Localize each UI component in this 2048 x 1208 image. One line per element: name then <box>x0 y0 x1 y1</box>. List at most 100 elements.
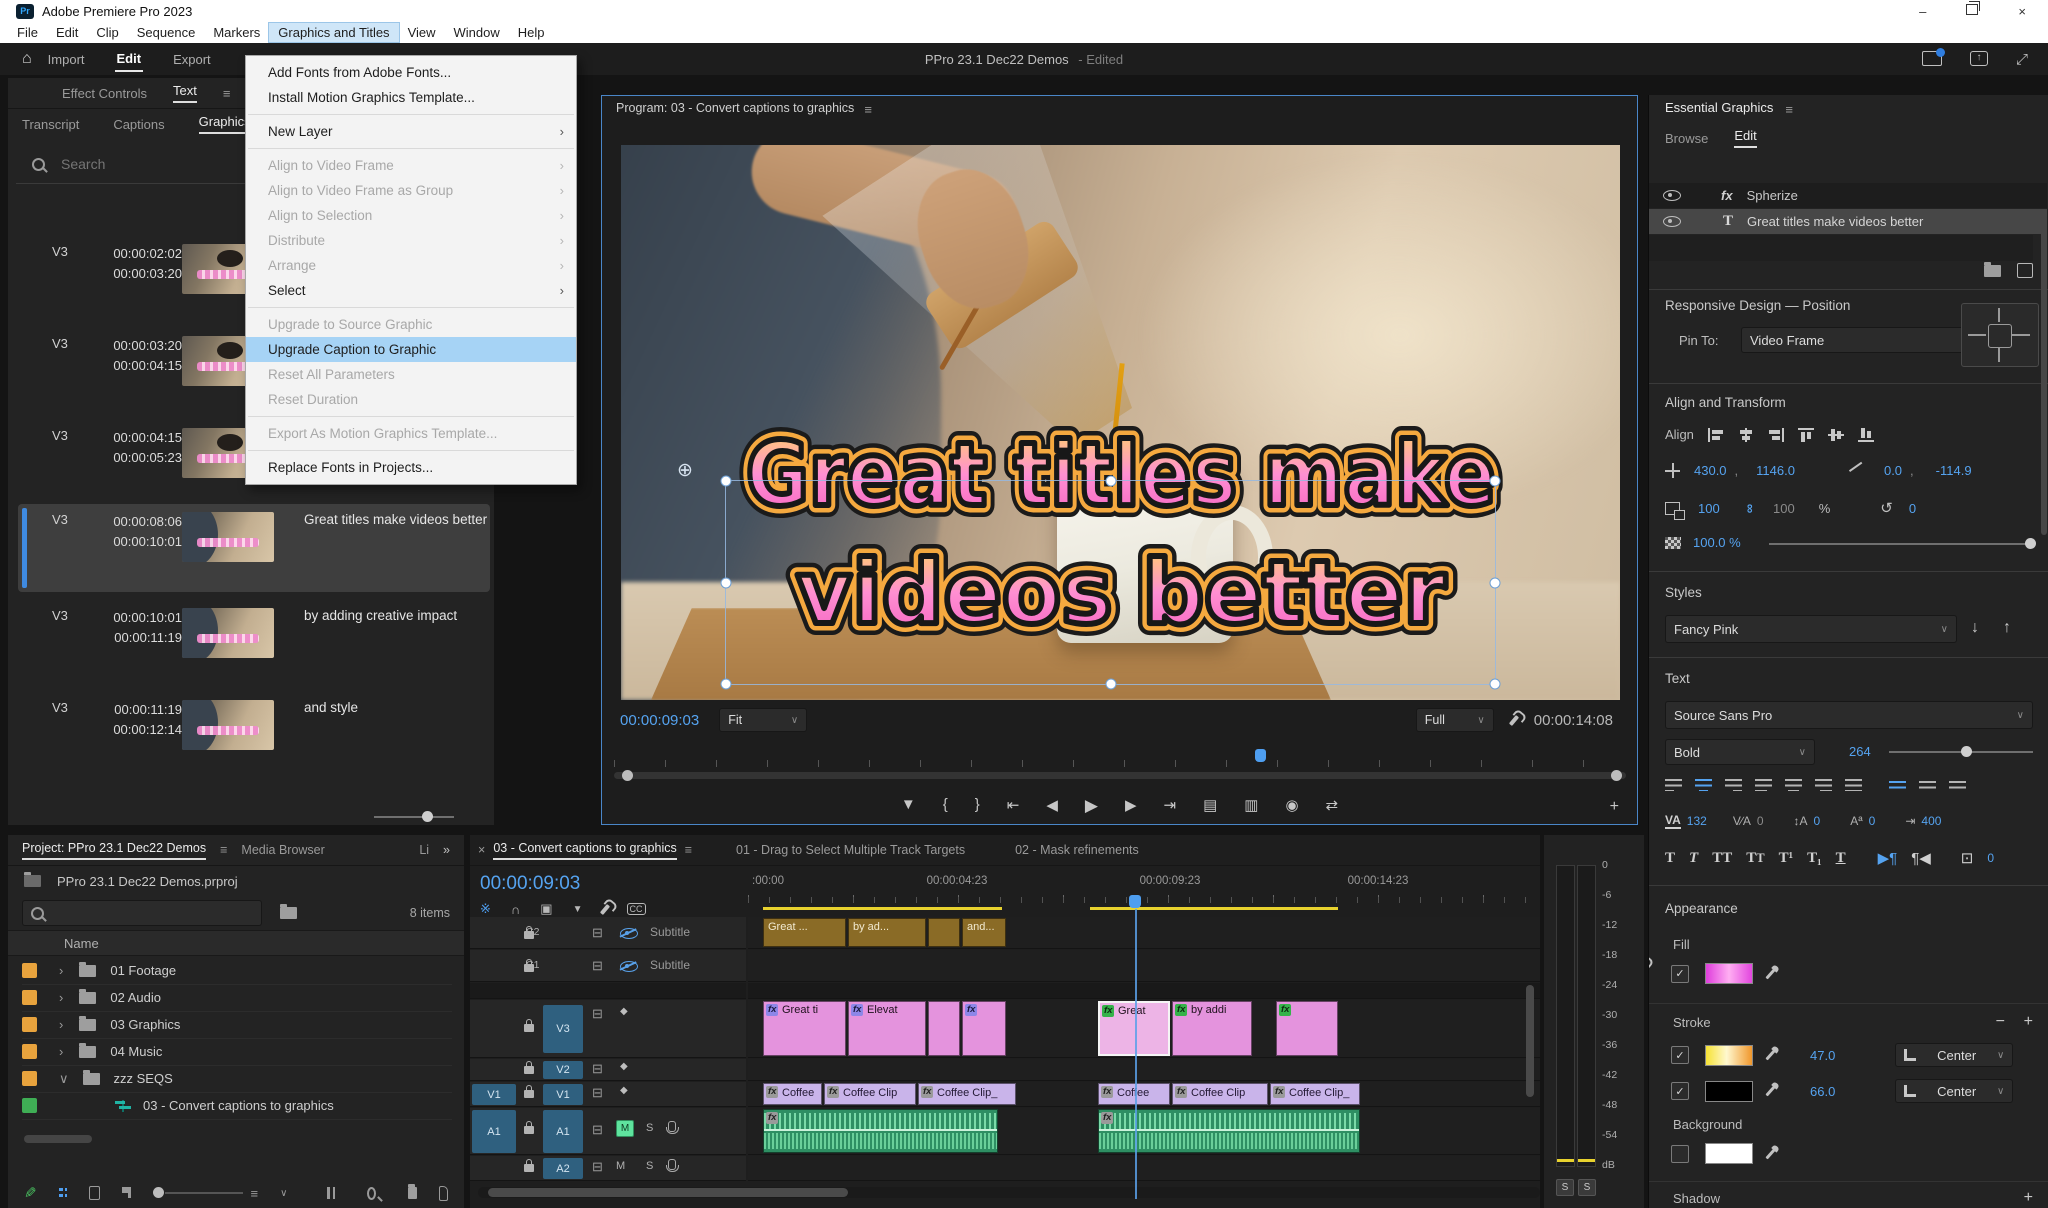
label-color-chip[interactable] <box>22 1017 37 1032</box>
anchor-y-value[interactable]: -114.9 <box>1936 463 1972 478</box>
bin-name[interactable]: 01 Footage <box>110 963 176 978</box>
caption-list-item[interactable]: V3 00:00:11:1900:00:12:14 and style <box>18 692 490 780</box>
workspaces-icon[interactable] <box>1922 51 1942 66</box>
fill-checkbox[interactable]: ✓ <box>1671 965 1689 983</box>
panel-menu-icon[interactable]: ≡ <box>1785 102 1793 117</box>
stroke2-eyedropper-icon[interactable] <box>1765 1086 1775 1097</box>
panel-menu-icon[interactable]: ≡ <box>220 843 227 857</box>
font-size-slider-knob[interactable] <box>1961 746 1972 757</box>
bin-name[interactable]: 03 Graphics <box>110 1017 180 1032</box>
track-badge-v3[interactable]: V3 <box>543 1005 583 1053</box>
stroke2-color-swatch[interactable] <box>1705 1081 1753 1102</box>
close-button[interactable]: × <box>2018 4 2026 19</box>
zoom-slider-knob[interactable] <box>422 811 433 822</box>
share-icon[interactable]: ↑ <box>1970 51 1988 66</box>
menu-help[interactable]: Help <box>509 23 554 42</box>
scale-height-value[interactable]: 100 <box>1773 501 1795 516</box>
track-badge-a1[interactable]: A1 <box>543 1110 583 1153</box>
align-right-button[interactable] <box>1768 428 1784 442</box>
bin-name[interactable]: 04 Music <box>110 1044 162 1059</box>
track-output-eye-icon[interactable] <box>620 928 638 939</box>
track-lock-icon[interactable] <box>524 1126 534 1134</box>
freeform-view-button[interactable] <box>122 1187 131 1199</box>
handle-top-center[interactable] <box>1105 476 1116 487</box>
video-clip[interactable]: fxCoffee Clip_ <box>918 1083 1016 1105</box>
subtab-transcript[interactable]: Transcript <box>22 117 79 132</box>
align-center-h-button[interactable] <box>1738 428 1754 442</box>
stroke2-width-value[interactable]: 66.0 <box>1810 1084 1835 1099</box>
track-badge-v1[interactable]: V1 <box>543 1084 583 1105</box>
add-button[interactable]: + <box>1610 798 1619 816</box>
bin-row-graphics[interactable]: › 03 Graphics <box>22 1011 452 1039</box>
track-lock-icon[interactable] <box>524 1024 534 1032</box>
timeline-tab-3[interactable]: 02 - Mask refinements <box>1015 843 1139 857</box>
vertical-bottom-align-button[interactable] <box>1949 781 1966 790</box>
twirl-icon[interactable]: › <box>59 1044 63 1059</box>
graphic-clip-selected[interactable]: fxGreat <box>1098 1001 1170 1056</box>
track-target-icon[interactable]: ◆ <box>620 1006 628 1017</box>
handle-top-left[interactable] <box>720 476 731 487</box>
stroke1-join-dropdown[interactable]: Center∨ <box>1895 1043 2013 1067</box>
small-caps-button[interactable]: TT <box>1746 850 1764 867</box>
panel-menu-icon[interactable]: ≡ <box>864 102 872 117</box>
vertical-top-align-button[interactable] <box>1889 781 1906 790</box>
step-forward-button[interactable]: ▶ <box>1125 796 1137 816</box>
project-search-box[interactable] <box>22 900 262 926</box>
menu-item-new-layer[interactable]: New Layer› <box>246 119 576 144</box>
link-scale-icon[interactable]: ∞ <box>1743 503 1758 512</box>
opacity-slider-knob[interactable] <box>2025 538 2036 549</box>
timeline-h-scroll-thumb[interactable] <box>488 1188 848 1197</box>
track-sync-icon[interactable]: ⊟ <box>592 1122 603 1138</box>
track-sync-icon[interactable]: ⊟ <box>592 958 603 974</box>
source-patch-v1[interactable]: V1 <box>472 1084 516 1105</box>
settings-wrench-icon[interactable] <box>1509 715 1519 726</box>
track-lock-icon[interactable] <box>524 1090 534 1098</box>
list-view-button[interactable] <box>59 1187 68 1199</box>
solo-right-button[interactable]: S <box>1578 1179 1596 1196</box>
new-layer-icon[interactable] <box>2017 263 2033 278</box>
add-marker-icon[interactable]: ▼ <box>573 904 583 915</box>
project-h-scrollbar[interactable] <box>24 1135 92 1143</box>
menu-item-select[interactable]: Select› <box>246 278 576 303</box>
handle-bottom-left[interactable] <box>720 679 731 690</box>
pin-to-dropdown[interactable]: Video Frame∨ <box>1741 327 1987 353</box>
layer-item-spherize[interactable]: fx Spherize <box>1649 183 2047 208</box>
play-button[interactable]: ▶ <box>1085 796 1098 816</box>
video-clip[interactable]: fxCoffee Clip <box>824 1083 916 1105</box>
handle-top-right[interactable] <box>1490 476 1501 487</box>
sequence-name[interactable]: 03 - Convert captions to graphics <box>143 1098 334 1113</box>
background-checkbox[interactable] <box>1671 1145 1689 1163</box>
video-clip[interactable]: fxCoffee Clip <box>1172 1083 1268 1105</box>
font-size-value[interactable]: 264 <box>1849 744 1871 759</box>
solo-button[interactable]: S <box>646 1160 653 1172</box>
stroke2-join-dropdown[interactable]: Center∨ <box>1895 1079 2013 1103</box>
program-playhead[interactable] <box>1255 749 1266 762</box>
scroll-knob-right[interactable] <box>1611 770 1622 781</box>
bin-row-footage[interactable]: › 01 Footage <box>22 957 452 985</box>
menu-file[interactable]: File <box>8 23 47 42</box>
menu-view[interactable]: View <box>399 23 445 42</box>
align-text-center-button[interactable] <box>1695 779 1712 791</box>
icon-view-button[interactable] <box>89 1186 100 1200</box>
twirl-icon[interactable]: › <box>59 963 63 978</box>
label-color-chip[interactable] <box>22 1098 37 1113</box>
audio-clip[interactable]: fx <box>1098 1109 1360 1153</box>
handle-bottom-center[interactable] <box>1105 679 1116 690</box>
caption-clip[interactable]: Great ... <box>763 918 846 947</box>
mark-in-button[interactable]: { <box>943 796 948 816</box>
new-bin-icon[interactable] <box>408 1187 417 1199</box>
panel-menu-icon[interactable]: ≡ <box>223 86 231 101</box>
bin-row-seqs[interactable]: ∨ zzz SEQS <box>22 1065 452 1093</box>
sync-style-icon[interactable]: ↑ <box>2003 619 2011 637</box>
remove-stroke-icon[interactable]: − <box>1996 1013 2005 1031</box>
extract-button[interactable]: ▥ <box>1244 796 1258 816</box>
visibility-eye-icon[interactable] <box>1663 216 1681 227</box>
new-group-icon[interactable] <box>1984 265 2001 277</box>
vertical-center-align-button[interactable] <box>1919 781 1936 790</box>
lift-button[interactable]: ▤ <box>1203 796 1217 816</box>
program-timecode[interactable]: 00:00:09:03 <box>620 712 699 729</box>
automate-icon[interactable] <box>327 1187 335 1199</box>
align-bottom-button[interactable] <box>1858 428 1874 442</box>
label-color-chip[interactable] <box>22 1044 37 1059</box>
tab-export[interactable]: Export <box>171 48 213 71</box>
